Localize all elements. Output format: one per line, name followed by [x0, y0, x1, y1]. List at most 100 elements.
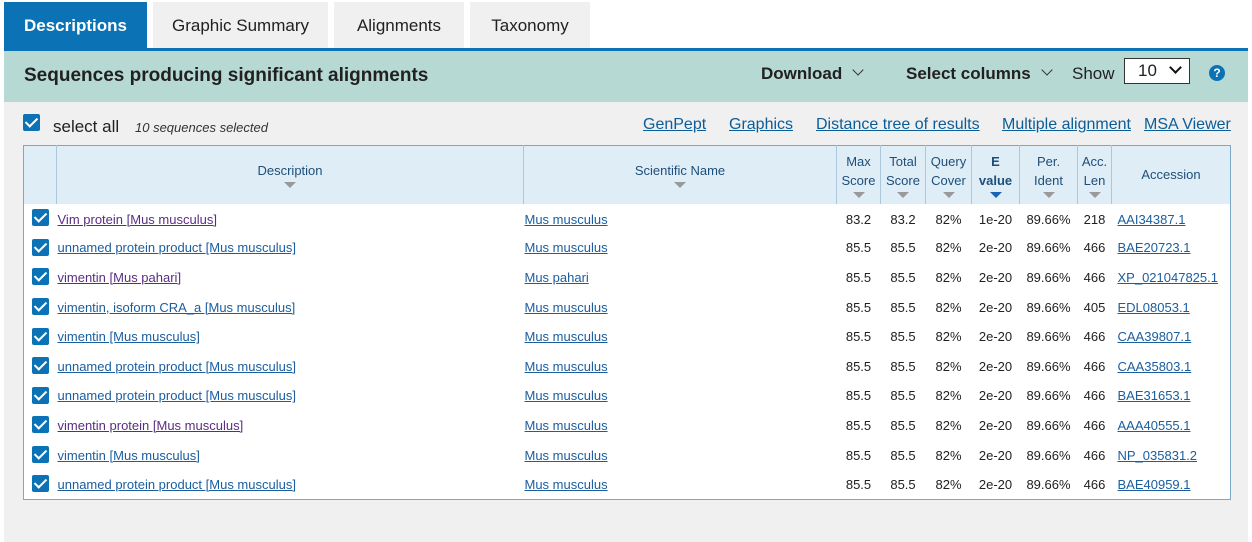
table-row: unnamed protein product [Mus musculus] Mu…: [24, 351, 1231, 381]
table-row: vimentin, isoform CRA_a [Mus musculus] Mu…: [24, 292, 1231, 322]
description-link[interactable]: vimentin [Mus musculus]: [58, 448, 200, 463]
row-checkbox-cell: [24, 351, 57, 381]
header-max-score-line1: Max: [846, 153, 871, 169]
select-columns-label: Select columns: [906, 64, 1031, 83]
row-checkbox-cell: [24, 411, 57, 441]
multiple-alignment-link[interactable]: Multiple alignment: [1002, 116, 1131, 134]
accession-link[interactable]: AAI34387.1: [1118, 212, 1186, 227]
accession-cell: NP_035831.2: [1112, 440, 1231, 470]
row-checkbox[interactable]: [31, 475, 49, 493]
description-link[interactable]: vimentin [Mus musculus]: [58, 329, 200, 344]
chevron-down-icon: [852, 64, 864, 76]
select-columns-menu[interactable]: Select columns: [906, 64, 1053, 84]
description-link[interactable]: vimentin protein [Mus musculus]: [58, 418, 244, 433]
accession-link[interactable]: CAA39807.1: [1118, 329, 1192, 344]
evalue-cell: 2e-20: [978, 447, 1013, 463]
row-checkbox[interactable]: [31, 386, 49, 404]
description-link[interactable]: vimentin [Mus pahari]: [58, 270, 182, 285]
scientific-name-link[interactable]: Mus musculus: [525, 329, 608, 344]
description-link[interactable]: unnamed protein product [Mus musculus]: [58, 388, 296, 403]
description-cell: vimentin, isoform CRA_a [Mus musculus]: [57, 292, 524, 322]
header-per-ident[interactable]: Per. Ident: [1019, 145, 1078, 204]
results-header-bar: Sequences producing significant alignmen…: [4, 51, 1248, 102]
show-count-value: 10: [1138, 61, 1157, 80]
evalue-cell: 2e-20: [978, 388, 1013, 404]
description-link[interactable]: Vim protein [Mus musculus]: [58, 212, 217, 227]
description-link[interactable]: vimentin, isoform CRA_a [Mus musculus]: [58, 300, 296, 315]
row-checkbox[interactable]: [31, 268, 49, 286]
row-checkbox[interactable]: [31, 416, 49, 434]
scientific-name-link[interactable]: Mus musculus: [525, 448, 608, 463]
tab-graphic-summary[interactable]: Graphic Summary: [153, 2, 328, 50]
header-scientific-name[interactable]: Scientific Name: [523, 145, 837, 204]
row-checkbox[interactable]: [31, 357, 49, 375]
header-query-cover[interactable]: Query Cover: [925, 145, 972, 204]
genpept-link[interactable]: GenPept: [643, 116, 706, 134]
query-cover-cell: 82%: [935, 358, 962, 374]
accession-link[interactable]: BAE31653.1: [1118, 388, 1191, 403]
description-link[interactable]: unnamed protein product [Mus musculus]: [58, 240, 296, 255]
acc-len-cell: 466: [1083, 329, 1106, 345]
description-cell: unnamed protein product [Mus musculus]: [57, 381, 524, 411]
scientific-name-link[interactable]: Mus pahari: [525, 270, 589, 285]
scientific-name-link[interactable]: Mus musculus: [525, 359, 608, 374]
distance-tree-link[interactable]: Distance tree of results: [816, 116, 980, 134]
description-link[interactable]: unnamed protein product [Mus musculus]: [58, 359, 296, 374]
show-count-select[interactable]: 10: [1124, 58, 1190, 84]
header-accession[interactable]: Accession: [1111, 145, 1231, 204]
row-checkbox[interactable]: [31, 209, 49, 227]
scientific-name-link[interactable]: Mus musculus: [525, 418, 608, 433]
help-icon[interactable]: ?: [1209, 65, 1225, 81]
accession-link[interactable]: XP_021047825.1: [1118, 270, 1218, 285]
accession-cell: AAA40555.1: [1112, 411, 1231, 441]
description-cell: vimentin [Mus musculus]: [57, 322, 524, 352]
table-row: vimentin [Mus musculus] Mus musculus 85.5 8…: [24, 322, 1231, 352]
scientific-name-link[interactable]: Mus musculus: [525, 240, 608, 255]
header-total-score[interactable]: Total Score: [880, 145, 926, 204]
scientific-name-link[interactable]: Mus musculus: [525, 388, 608, 403]
row-checkbox[interactable]: [31, 446, 49, 464]
scientific-name-link[interactable]: Mus musculus: [525, 300, 608, 315]
accession-link[interactable]: NP_035831.2: [1118, 448, 1198, 463]
selected-count: 10 sequences selected: [135, 120, 268, 135]
accession-cell: BAE20723.1: [1112, 233, 1231, 263]
header-evalue[interactable]: E value: [971, 145, 1020, 204]
scientific-name-cell: Mus musculus: [524, 322, 837, 352]
table-row: unnamed protein product [Mus musculus] Mu…: [24, 381, 1231, 411]
scientific-name-cell: Mus musculus: [524, 381, 837, 411]
row-checkbox[interactable]: [31, 298, 49, 316]
scientific-name-link[interactable]: Mus musculus: [525, 477, 608, 492]
select-all-label[interactable]: select all: [53, 117, 119, 137]
header-acc-len[interactable]: Acc. Len: [1077, 145, 1112, 204]
evalue-cell: 2e-20: [978, 299, 1013, 315]
scientific-name-link[interactable]: Mus musculus: [525, 212, 608, 227]
tab-descriptions[interactable]: Descriptions: [4, 2, 147, 50]
scientific-name-cell: Mus musculus: [524, 292, 837, 322]
header-description[interactable]: Description: [56, 145, 524, 204]
row-checkbox[interactable]: [31, 327, 49, 345]
max-score-cell: 85.5: [845, 388, 872, 404]
graphics-link[interactable]: Graphics: [729, 116, 793, 134]
accession-link[interactable]: EDL08053.1: [1118, 300, 1190, 315]
tab-taxonomy[interactable]: Taxonomy: [470, 2, 590, 50]
select-all-checkbox[interactable]: [23, 114, 40, 131]
total-score-cell: 85.5: [890, 417, 916, 433]
description-link[interactable]: unnamed protein product [Mus musculus]: [58, 477, 296, 492]
download-menu[interactable]: Download: [761, 64, 864, 84]
sort-arrow-icon: [1088, 191, 1101, 198]
msa-viewer-link[interactable]: MSA Viewer: [1144, 116, 1231, 134]
accession-cell: CAA35803.1: [1112, 351, 1231, 381]
per-ident-cell: 89.66%: [1026, 329, 1071, 345]
tab-alignments[interactable]: Alignments: [334, 2, 464, 50]
header-max-score[interactable]: Max Score: [836, 145, 881, 204]
row-checkbox[interactable]: [31, 238, 49, 256]
accession-link[interactable]: CAA35803.1: [1118, 359, 1192, 374]
description-cell: vimentin [Mus pahari]: [57, 263, 524, 293]
per-ident-cell: 89.66%: [1026, 240, 1071, 256]
accession-link[interactable]: AAA40555.1: [1118, 418, 1191, 433]
accession-link[interactable]: BAE20723.1: [1118, 240, 1191, 255]
accession-link[interactable]: BAE40959.1: [1118, 477, 1191, 492]
scientific-name-cell: Mus musculus: [524, 233, 837, 263]
evalue-cell: 2e-20: [978, 269, 1013, 285]
header-total-score-line1: Total: [889, 153, 917, 169]
